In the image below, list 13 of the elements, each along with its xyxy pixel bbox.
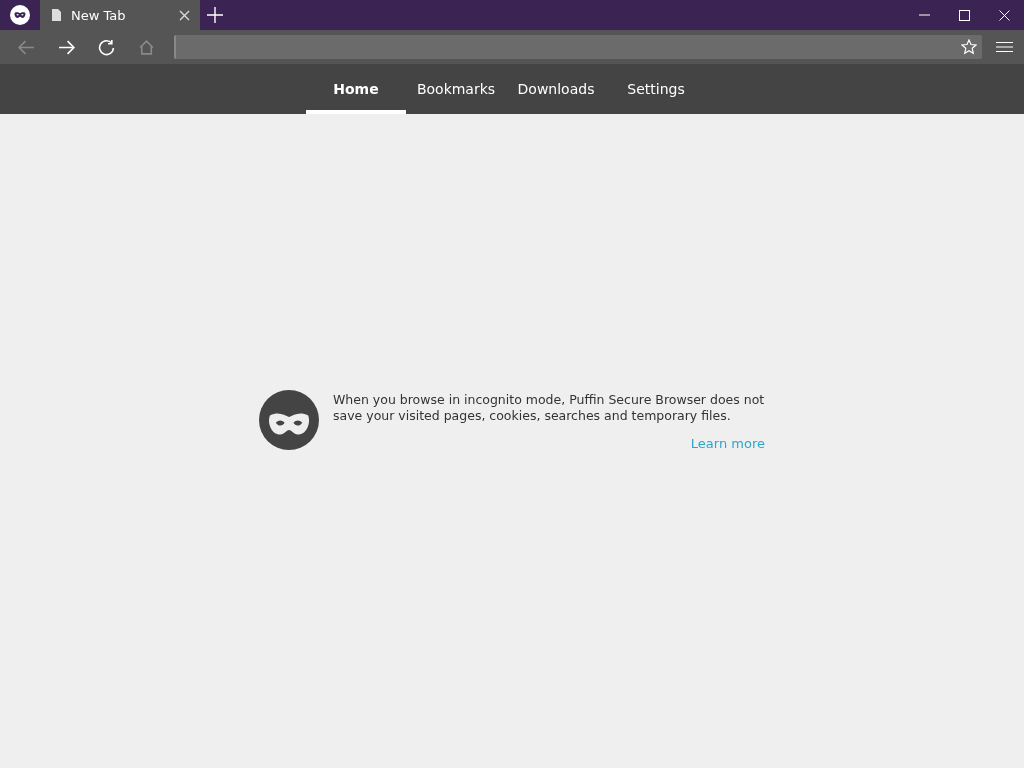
incognito-mask-icon xyxy=(259,389,319,450)
page-icon xyxy=(52,9,61,21)
star-icon[interactable] xyxy=(960,38,978,56)
incognito-notice-text: When you browse in incognito mode, Puffin Secure Browser does not save your visited pages, cookies, searches and temporary files. xyxy=(333,391,765,424)
close-tab-icon[interactable] xyxy=(178,9,190,21)
mask-logo-icon xyxy=(10,5,30,25)
nav-tab[interactable]: Bookmarks xyxy=(406,64,506,114)
nav-tab[interactable]: Settings xyxy=(606,64,706,114)
address-field[interactable] xyxy=(174,35,982,59)
browser-tab[interactable]: New Tab xyxy=(40,0,200,30)
nav-tab[interactable]: Home xyxy=(306,64,406,114)
tab-title: New Tab xyxy=(71,7,127,23)
nav-tab[interactable]: Downloads xyxy=(506,64,606,114)
